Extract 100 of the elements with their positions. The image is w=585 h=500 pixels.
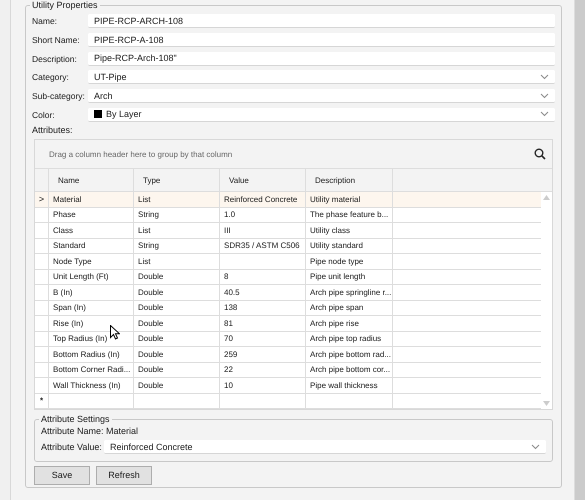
table-cell: Class (53, 226, 74, 235)
table-cell: String (138, 210, 159, 220)
table-row[interactable]: Bottom Radius (In) Double 259 Arch pipe bottom rad... (35, 347, 541, 363)
table-cell: Pipe wall thickness (310, 380, 378, 390)
table-row[interactable]: Node Type List Pipe node type (35, 254, 541, 270)
table-cell: Double (138, 288, 164, 297)
table-cell: Unit Length (Ft) (53, 272, 109, 282)
dropdown[interactable]: Reinforced Concrete (104, 440, 546, 454)
table-cell: Double (138, 350, 164, 359)
attribute-name-text: Attribute Name: Material (41, 425, 140, 438)
table-cell: Bottom Corner Radi... (53, 365, 130, 374)
attributes-label: Attributes: (32, 124, 74, 136)
table-cell: Utility standard (310, 241, 363, 250)
table-cell: String (138, 241, 159, 250)
table-cell: Double (138, 334, 164, 344)
table-cell: 1.0 (224, 210, 236, 220)
table-row[interactable]: > Material List Reinforced Concrete Utility material (35, 192, 541, 208)
table-cell: 81 (224, 318, 233, 328)
table-row[interactable]: B (In) Double 40.5 Arch pipe springline r... (35, 285, 541, 301)
table-cell: Utility material (310, 194, 360, 204)
new-row-marker: * (40, 396, 44, 406)
table-row[interactable]: Wall Thickness (In) Double 10 Pipe wall thickness (35, 378, 541, 394)
table-cell: Double (138, 380, 164, 390)
table-row[interactable]: Unit Length (Ft) Double 8 Pipe unit length (35, 270, 541, 286)
text-field[interactable]: Pipe-RCP-Arch-108" (88, 52, 555, 66)
table-cell: Wall Thickness (In) (53, 380, 121, 390)
table-row[interactable]: Phase String 1.0 The phase feature b... (35, 208, 541, 224)
color-dropdown[interactable]: By Layer (88, 108, 555, 122)
table-cell: Pipe unit length (310, 272, 366, 282)
table-cell: Reinforced Concrete (224, 194, 298, 204)
dropdown[interactable]: UT-Pipe (88, 70, 555, 84)
table-row[interactable]: Top Radius (In) Double 70 Arch pipe top radius (35, 332, 541, 348)
field-label: Color: (32, 110, 56, 120)
table-cell: Arch pipe bottom rad... (310, 350, 391, 359)
current-row-marker: > (38, 194, 44, 204)
table-cell: Double (138, 365, 164, 374)
field-label: Category: (32, 72, 70, 82)
group-title: Attribute Settings (40, 414, 111, 424)
text-field[interactable]: PIPE-RCP-A-108 (88, 33, 555, 48)
table-cell: List (138, 226, 150, 235)
scroll-down-icon[interactable] (543, 401, 550, 406)
table-cell: Top Radius (In) (53, 334, 108, 344)
table-cell: III (224, 226, 231, 235)
table-row[interactable]: Standard String SDR35 / ASTM C506 Utility standard (35, 238, 541, 254)
table-cell: Rise (In) (53, 318, 84, 328)
mouse-pointer-icon (110, 325, 120, 340)
group-title: Utility Properties (31, 0, 99, 10)
search-icon[interactable] (534, 148, 546, 160)
chevron-icon (540, 92, 549, 99)
table-cell: List (138, 194, 150, 204)
chevron-icon (540, 111, 549, 118)
scroll-up-icon[interactable] (543, 195, 550, 200)
table-cell: Node Type (53, 256, 92, 266)
field-label: Short Name: (32, 35, 81, 46)
table-cell: Arch pipe bottom cor... (310, 365, 390, 374)
field-label: Name: (32, 16, 58, 26)
table-row[interactable]: Rise (In) Double 81 Arch pipe rise (35, 316, 541, 332)
table-cell: 22 (224, 365, 233, 374)
table-cell: Arch pipe rise (310, 318, 359, 328)
table-cell: Material (53, 194, 82, 204)
table-cell: Pipe node type (310, 256, 364, 266)
action-button[interactable]: Save (34, 466, 90, 485)
table-cell: 40.5 (224, 288, 240, 297)
table-cell: Arch pipe span (310, 303, 364, 312)
field-label: Attribute Value: (41, 442, 103, 452)
table-cell: Double (138, 272, 164, 282)
table-cell: Phase (53, 210, 76, 220)
column-header[interactable]: Name (49, 169, 134, 192)
table-cell: 70 (224, 334, 233, 344)
dropdown[interactable]: Arch (88, 89, 555, 104)
table-row[interactable]: Span (In) Double 138 Arch pipe span (35, 300, 541, 316)
chevron-icon (531, 444, 540, 450)
table-cell: Double (138, 318, 164, 328)
table-cell: Arch pipe top radius (310, 334, 382, 344)
column-header[interactable]: Value (220, 169, 306, 192)
group-panel-hint: Drag a column header here to group by that column (49, 150, 232, 159)
text-field[interactable]: PIPE-RCP-ARCH-108 (88, 14, 555, 28)
table-cell: Arch pipe springline r... (310, 288, 392, 297)
chevron-icon (540, 74, 549, 80)
table-row[interactable]: Class List III Utility class (35, 223, 541, 239)
table-row[interactable]: Bottom Corner Radi... Double 22 Arch pipe bottom cor... (35, 362, 541, 378)
table-cell: 8 (224, 272, 228, 282)
table-cell: Bottom Radius (In) (53, 350, 120, 359)
column-header[interactable]: Description (306, 169, 393, 192)
table-cell: Span (In) (53, 303, 86, 312)
field-label: Sub-category: (32, 91, 86, 102)
table-cell: 138 (224, 303, 238, 312)
table-cell: Utility class (310, 226, 350, 235)
field-label: Description: (32, 54, 78, 64)
table-cell: B (In) (53, 288, 73, 297)
table-cell: SDR35 / ASTM C506 (224, 241, 300, 250)
table-cell: List (138, 256, 150, 266)
table-cell: Standard (53, 241, 86, 250)
table-cell: The phase feature b... (310, 210, 388, 220)
window-scrollbar[interactable] (575, 0, 585, 500)
table-cell: 259 (224, 350, 238, 359)
column-header[interactable]: Type (134, 169, 220, 192)
action-button[interactable]: Refresh (96, 466, 152, 485)
table-cell: Double (138, 303, 164, 312)
table-cell: 10 (224, 380, 233, 390)
